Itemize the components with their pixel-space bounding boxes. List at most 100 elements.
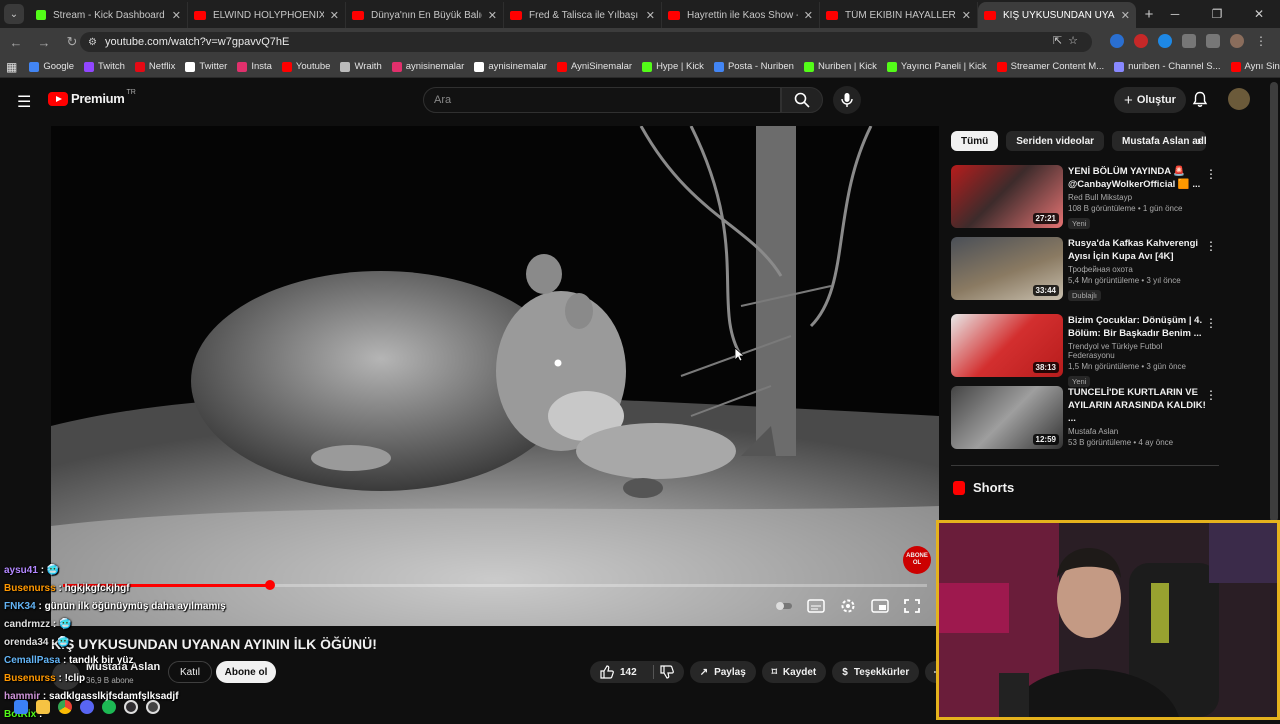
profile-icon[interactable] — [1230, 34, 1244, 48]
bookmark-item[interactable]: Twitter — [185, 61, 227, 72]
bookmark-item[interactable]: Streamer Content M... — [996, 61, 1104, 72]
media-icon[interactable] — [1206, 34, 1220, 48]
menu-icon[interactable]: ⋮ — [1254, 34, 1268, 48]
chip-series[interactable]: Seriden videolar — [1006, 131, 1105, 151]
bookmark-item[interactable]: Netflix — [134, 61, 175, 72]
subscribe-overlay-button[interactable]: ABONE OL — [903, 546, 931, 574]
bookmark-item[interactable]: AyniSinemalar — [556, 61, 632, 72]
thanks-button[interactable]: $ Teşekkürler — [832, 661, 920, 683]
settings-gear-icon[interactable] — [839, 598, 857, 614]
bookmark-star-icon[interactable]: ⇱☆ — [1053, 34, 1084, 47]
bookmark-item[interactable]: Twitch — [83, 61, 125, 72]
chat-username[interactable]: FNK34 — [4, 601, 36, 612]
close-tab-icon[interactable]: ✕ — [804, 9, 813, 22]
windows-start-icon[interactable] — [14, 700, 28, 714]
rec-title[interactable]: Bizim Çocuklar: Dönüşüm | 4. Bölüm: Bir … — [1068, 314, 1208, 340]
bookmark-item[interactable]: Yayıncı Paneli | Kick — [886, 61, 987, 72]
chat-username[interactable]: candrmzz — [4, 619, 50, 630]
save-button[interactable]: ⌑ Kaydet — [761, 661, 827, 683]
chevron-right-icon[interactable]: › — [1197, 133, 1201, 148]
video-thumbnail[interactable]: 12:59 — [951, 386, 1063, 449]
mic-button[interactable] — [833, 86, 861, 114]
bookmark-item[interactable]: aynisinemalar — [474, 61, 547, 72]
bookmark-item[interactable]: Nuriben | Kick — [803, 61, 877, 72]
rec-channel[interactable]: Трофейная охота — [1068, 265, 1208, 274]
browser-tab[interactable]: ELWIND HOLYPHOENIX'E TEK A ✕ — [188, 2, 346, 28]
close-tab-icon[interactable]: ✕ — [330, 9, 339, 22]
share-button[interactable]: ↗ Paylaş — [689, 661, 756, 683]
account-avatar[interactable] — [1228, 88, 1250, 110]
rec-title[interactable]: TUNCELİ'DE KURTLARIN VE AYILARIN ARASIND… — [1068, 386, 1208, 425]
chip-channel[interactable]: Mustafa Aslan adlı yü — [1112, 131, 1207, 151]
extension-icon[interactable] — [1110, 34, 1124, 48]
subtitles-icon[interactable] — [807, 598, 825, 614]
bookmark-item[interactable]: Google — [29, 61, 74, 72]
file-explorer-icon[interactable] — [36, 700, 50, 714]
close-window-icon[interactable]: ✕ — [1238, 7, 1280, 21]
video-thumbnail[interactable]: 33:44 — [951, 237, 1063, 300]
youtube-logo[interactable]: Premium TR — [48, 89, 136, 106]
maximize-icon[interactable]: ❐ — [1196, 7, 1238, 21]
minimize-icon[interactable]: ─ — [1154, 7, 1196, 21]
bookmark-item[interactable]: Wraith — [340, 61, 382, 72]
close-tab-icon[interactable]: ✕ — [172, 9, 181, 22]
video-player[interactable]: ABONE OL — [51, 126, 939, 626]
create-button[interactable]: + Oluştur — [1114, 87, 1186, 113]
rec-title[interactable]: YENİ BÖLÜM YAYINDA 🚨 @CanbayWolkerOffici… — [1068, 165, 1208, 191]
recommendation-item[interactable]: 33:44 Rusya'da Kafkas Kahverengi Ayısı İ… — [951, 237, 1221, 303]
autoplay-toggle-icon[interactable] — [775, 598, 793, 614]
chat-username[interactable]: CemallPasa — [4, 655, 60, 666]
notifications-button[interactable] — [1192, 91, 1208, 113]
video-thumbnail[interactable]: 27:21 — [951, 165, 1063, 228]
browser-tab[interactable]: Hayrettin ile Kaos Show - 2.Sez ✕ — [662, 2, 820, 28]
close-tab-icon[interactable]: ✕ — [646, 9, 655, 22]
obs-icon[interactable] — [124, 700, 138, 714]
like-button[interactable]: 142 — [590, 661, 684, 683]
recommendation-item[interactable]: 27:21 YENİ BÖLÜM YAYINDA 🚨 @CanbayWolker… — [951, 165, 1221, 231]
more-options-icon[interactable]: ⋮ — [1205, 388, 1217, 402]
bookmark-item[interactable]: Aynı Sinemalar - Ça... — [1230, 61, 1280, 72]
close-tab-icon[interactable]: ✕ — [488, 9, 497, 22]
back-icon[interactable]: ← — [4, 35, 28, 50]
recommendation-item[interactable]: 12:59 TUNCELİ'DE KURTLARIN VE AYILARIN A… — [951, 386, 1221, 452]
thumbs-down-icon[interactable] — [660, 665, 674, 679]
discord-icon[interactable] — [80, 700, 94, 714]
page-scrollbar[interactable] — [1270, 82, 1278, 522]
rec-channel[interactable]: Mustafa Aslan — [1068, 427, 1208, 436]
recommendation-item[interactable]: 38:13 Bizim Çocuklar: Dönüşüm | 4. Bölüm… — [951, 314, 1221, 387]
chat-username[interactable]: aysu41 — [4, 565, 38, 576]
browser-tab[interactable]: TÜM EKİBİN HAYALLERİNİ GER ✕ — [820, 2, 978, 28]
hamburger-menu-icon[interactable]: ☰ — [17, 92, 31, 112]
url-field[interactable]: ⚙ youtube.com/watch?v=w7gpavvQ7hE ⇱☆ — [80, 32, 1092, 52]
rec-channel[interactable]: Red Bull Mikstayp — [1068, 193, 1208, 202]
bookmark-item[interactable]: Posta - Nuriben — [713, 61, 794, 72]
app-icon[interactable] — [146, 700, 160, 714]
search-input[interactable]: Ara — [423, 87, 781, 113]
bookmark-item[interactable]: Hype | Kick — [642, 61, 704, 72]
more-options-icon[interactable]: ⋮ — [1205, 239, 1217, 253]
video-thumbnail[interactable]: 38:13 — [951, 314, 1063, 377]
more-options-icon[interactable]: ⋮ — [1205, 316, 1217, 330]
bookmark-item[interactable]: nuriben - Channel S... — [1114, 61, 1221, 72]
browser-tab[interactable]: Dünya'nın En Büyük Balığı: Balı ✕ — [346, 2, 504, 28]
site-info-icon[interactable]: ⚙ — [88, 37, 97, 48]
miniplayer-icon[interactable] — [871, 598, 889, 614]
fullscreen-icon[interactable] — [903, 598, 921, 614]
close-tab-icon[interactable]: ✕ — [962, 9, 971, 22]
extension-icon[interactable] — [1158, 34, 1172, 48]
browser-tab[interactable]: Stream - Kick Dashboard ✕ — [30, 2, 188, 28]
close-tab-icon[interactable]: ✕ — [1121, 9, 1130, 22]
rec-title[interactable]: Rusya'da Kafkas Kahverengi Ayısı İçin Ku… — [1068, 237, 1208, 263]
rec-channel[interactable]: Trendyol ve Türkiye Futbol Federasyonu — [1068, 342, 1208, 360]
browser-tab[interactable]: Fred & Talisca ile Yılbaşı Kurabi ✕ — [504, 2, 662, 28]
tab-search-icon[interactable]: ⌄ — [4, 4, 24, 24]
chip-all[interactable]: Tümü — [951, 131, 999, 151]
chat-username[interactable]: Busenurss — [4, 673, 56, 684]
bookmark-item[interactable]: aynisinemalar — [391, 61, 464, 72]
browser-tab-active[interactable]: KIŞ UYKUSUNDAN UYANAN A ✕ — [978, 2, 1136, 28]
spotify-icon[interactable] — [102, 700, 116, 714]
more-options-icon[interactable]: ⋮ — [1205, 167, 1217, 181]
extensions-puzzle-icon[interactable] — [1182, 34, 1196, 48]
bookmark-item[interactable]: Insta — [237, 61, 272, 72]
chat-username[interactable]: Busenurss — [4, 583, 56, 594]
